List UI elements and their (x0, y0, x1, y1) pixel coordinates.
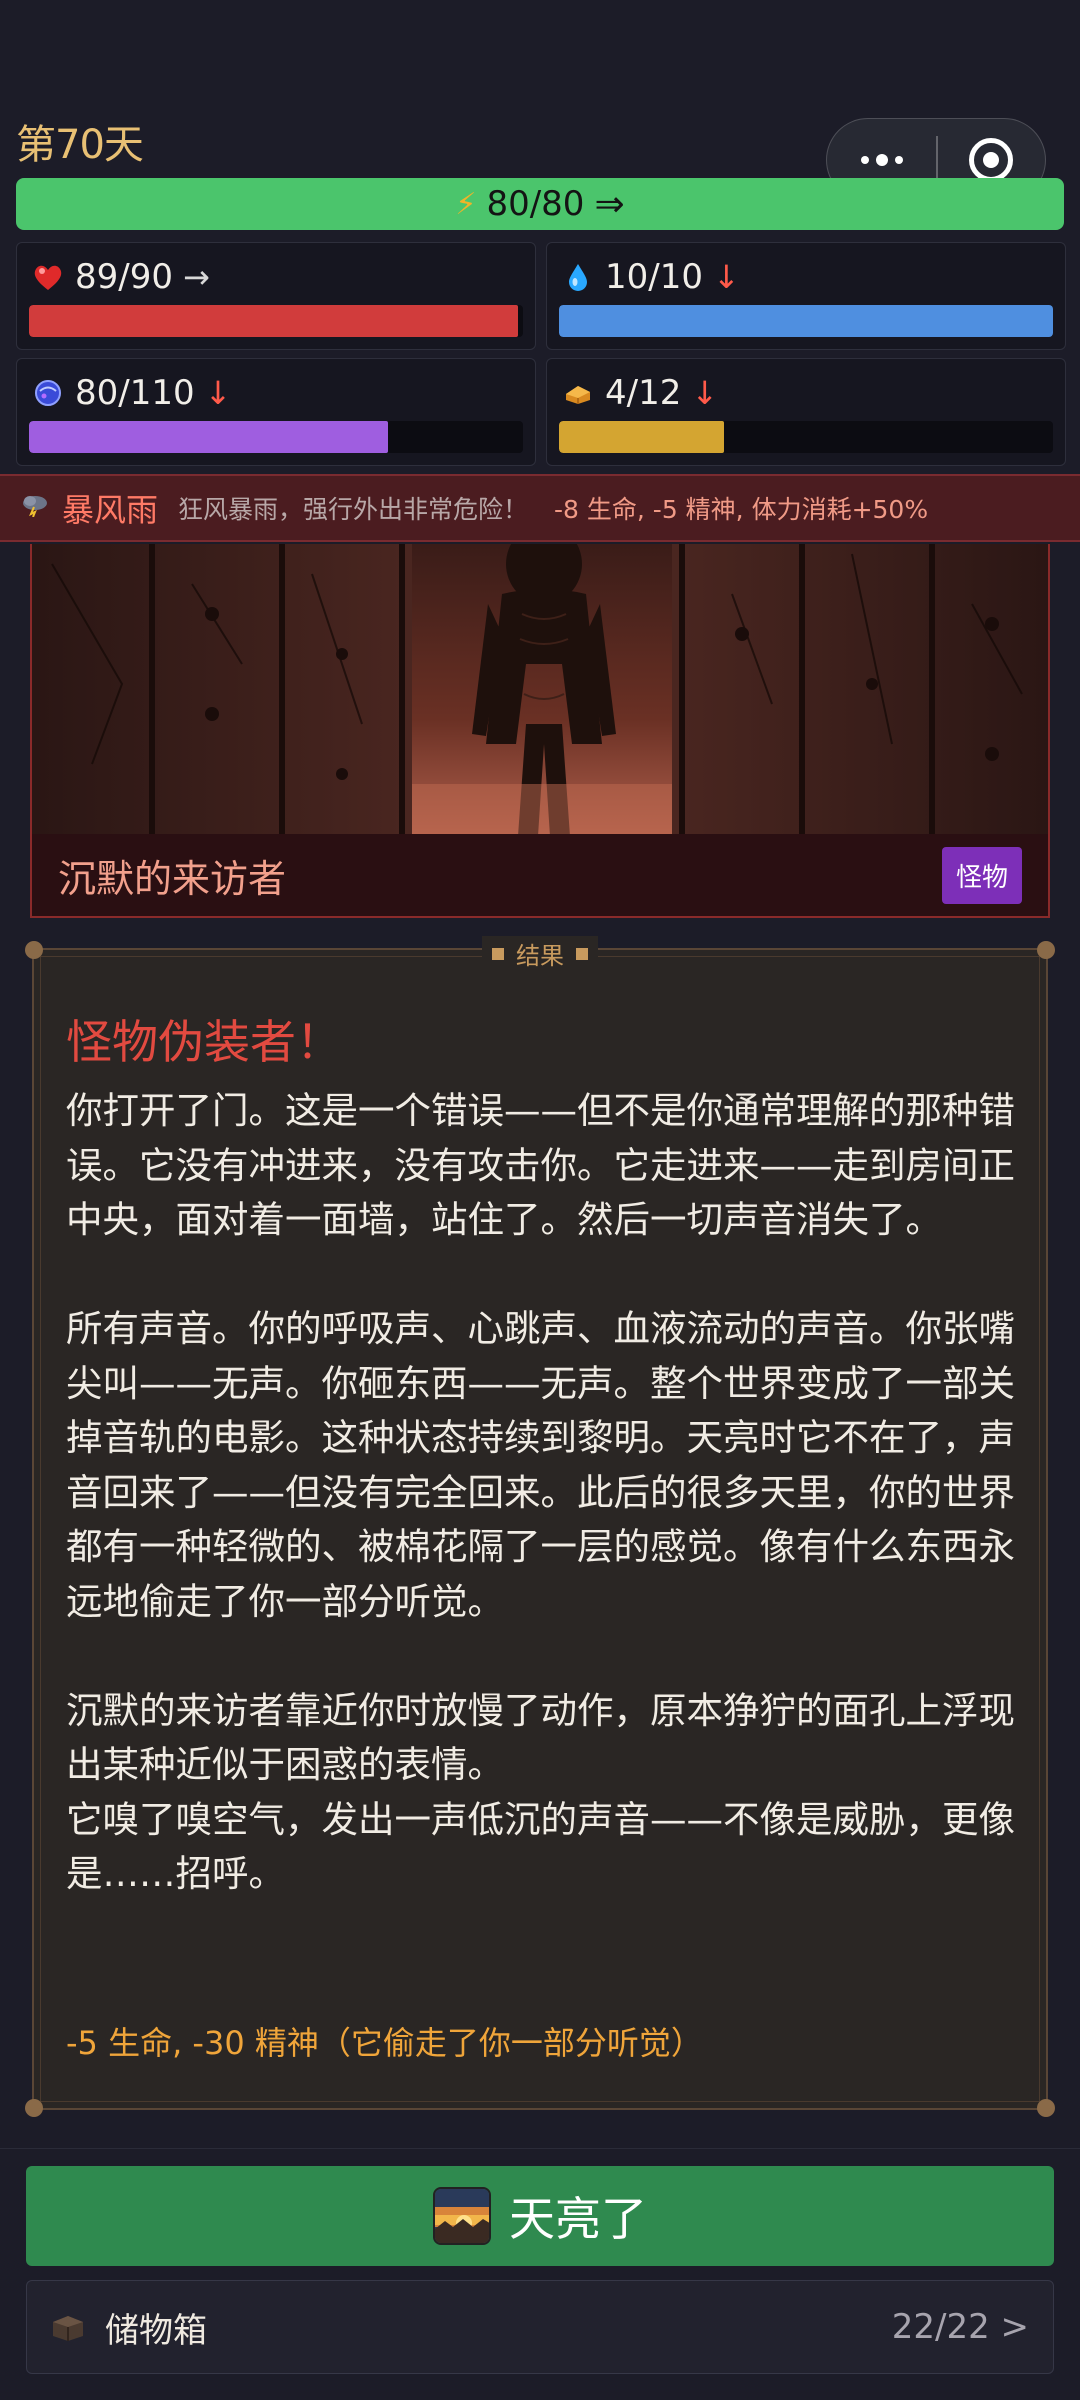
food-trend-icon: ↓ (691, 374, 719, 412)
story-paragraph: 它嗅了嗅空气，发出一声低沉的声音——不像是威胁，更像是……招呼。 (66, 1797, 1015, 1896)
weather-description: 狂风暴雨，强行外出非常危险！ (178, 495, 529, 524)
food-stat: 4/12 ↓ (546, 358, 1066, 466)
health-trend-icon: → (182, 258, 210, 296)
health-stat: 89/90 → (16, 242, 536, 350)
arrow-right-icon: ⇒ (594, 183, 625, 225)
water-value: 10/10 (605, 257, 703, 297)
dawn-continue-label: 天亮了 (509, 2192, 647, 2246)
water-stat: 10/10 ↓ (546, 242, 1066, 350)
result-panel: 结果 怪物伪装者！ 你打开了门。这是一个错误——但不是你通常理解的那种错误。它没… (25, 936, 1055, 2117)
storm-icon (20, 493, 50, 524)
dawn-continue-button[interactable]: 天亮了 (26, 2166, 1054, 2266)
corner-ornament (1037, 941, 1055, 959)
weather-name: 暴风雨 (62, 491, 159, 529)
result-legend: 结果 (482, 936, 598, 971)
result-effect: -5 生命, -30 精神（它偷走了你一部分听觉） (66, 2024, 703, 2062)
more-dot-icon (875, 154, 888, 166)
food-bar-fill (559, 421, 724, 453)
bread-icon (561, 376, 595, 410)
story-paragraph: 沉默的来访者靠近你时放慢了动作，原本狰狞的面孔上浮现出某种近似于困惑的表情。 (66, 1688, 1015, 1787)
story-paragraph: 所有声音。你的呼吸声、心跳声、血液流动的声音。你张嘴尖叫——无声。你砸东西——无… (66, 1307, 1015, 1623)
storage-label: 储物箱 (105, 2310, 207, 2351)
target-circle-icon (969, 138, 1014, 182)
corner-ornament (1037, 2099, 1055, 2117)
spirit-orb-icon (31, 376, 65, 410)
water-drop-icon (561, 260, 595, 294)
more-dot-icon (894, 156, 903, 164)
weather-effect: -8 生命, -5 精神, 体力消耗+50% (554, 495, 929, 524)
storage-box-button[interactable]: 储物箱 22/22 > (26, 2280, 1054, 2374)
event-card: 沉默的来访者 怪物 (30, 544, 1050, 918)
stamina-value: 80/80 (486, 184, 585, 224)
spirit-trend-icon: ↓ (204, 374, 232, 412)
storage-count: 22/22 > (891, 2307, 1029, 2347)
water-bar-fill (559, 305, 1053, 337)
corner-ornament (25, 2099, 43, 2117)
story-paragraph: 你打开了门。这是一个错误——但不是你通常理解的那种错误。它没有冲进来，没有攻击你… (66, 1089, 1015, 1241)
spirit-bar-fill (29, 421, 389, 453)
heart-icon (31, 260, 65, 294)
diamond-ornament-icon (576, 947, 588, 960)
health-bar-fill (29, 305, 518, 337)
result-legend-label: 结果 (516, 942, 564, 970)
weather-banner: 暴风雨 狂风暴雨，强行外出非常危险！ -8 生命, -5 精神, 体力消耗+50… (0, 474, 1080, 542)
storage-chest-icon (51, 2312, 85, 2342)
food-value: 4/12 (605, 373, 682, 413)
stamina-bar: ⚡ 80/80 ⇒ (16, 178, 1064, 230)
event-footer: 沉默的来访者 怪物 (32, 834, 1048, 916)
health-value: 89/90 (75, 257, 173, 297)
lightning-icon: ⚡ (455, 186, 477, 222)
corner-ornament (25, 941, 43, 959)
more-dot-icon (860, 156, 869, 164)
event-title: 沉默的来访者 (58, 856, 287, 901)
result-heading: 怪物伪装者！ (66, 1015, 342, 1069)
water-trend-icon: ↓ (712, 258, 740, 296)
event-illustration (32, 544, 1048, 836)
spirit-value: 80/110 (75, 373, 195, 413)
spirit-stat: 80/110 ↓ (16, 358, 536, 466)
sunrise-icon (433, 2187, 491, 2245)
day-counter: 第70天 (16, 122, 144, 168)
diamond-ornament-icon (492, 947, 504, 960)
monster-tag-badge: 怪物 (941, 846, 1022, 904)
result-story: 你打开了门。这是一个错误——但不是你通常理解的那种错误。它没有冲进来，没有攻击你… (66, 1084, 1026, 1902)
